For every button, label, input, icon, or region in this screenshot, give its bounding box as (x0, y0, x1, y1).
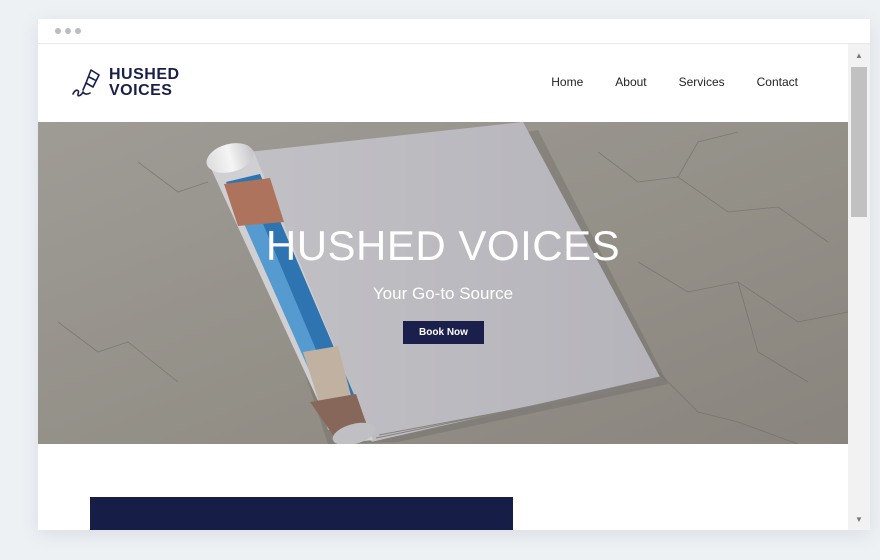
site-logo[interactable]: HUSHED VOICES (71, 66, 180, 100)
hero-subtitle: Your Go-to Source (372, 284, 514, 303)
hero-background-image (38, 122, 848, 444)
logo-wordmark: HUSHED VOICES (109, 67, 180, 99)
hero-section: HUSHED VOICES Your Go-to Source Book Now (38, 122, 848, 444)
nav-contact[interactable]: Contact (757, 75, 798, 89)
window-dot-icon[interactable] (65, 28, 71, 34)
nav-services[interactable]: Services (679, 75, 725, 89)
content-block (90, 497, 513, 530)
arrow-down-icon[interactable]: ▼ (848, 510, 870, 528)
book-now-button[interactable]: Book Now (403, 321, 484, 344)
fountain-pen-icon (72, 69, 100, 97)
main-nav: Home About Services Contact (519, 75, 798, 89)
nav-about[interactable]: About (615, 75, 646, 89)
nav-home[interactable]: Home (551, 75, 583, 89)
window-dot-icon[interactable] (55, 28, 61, 34)
hero-title: HUSHED VOICES (265, 222, 621, 269)
logo-line-2: VOICES (109, 82, 173, 99)
page-viewport: HUSHED VOICES Home About Services Contac… (38, 44, 848, 530)
site-header: HUSHED VOICES Home About Services Contac… (38, 44, 848, 122)
window-dot-icon[interactable] (75, 28, 81, 34)
logo-line-1: HUSHED (109, 66, 180, 83)
browser-window: HUSHED VOICES Home About Services Contac… (38, 19, 870, 530)
vertical-scrollbar[interactable]: ▲ ▼ (848, 44, 870, 530)
arrow-up-icon[interactable]: ▲ (848, 46, 870, 64)
scrollbar-thumb[interactable] (851, 67, 867, 217)
window-titlebar (38, 19, 870, 44)
